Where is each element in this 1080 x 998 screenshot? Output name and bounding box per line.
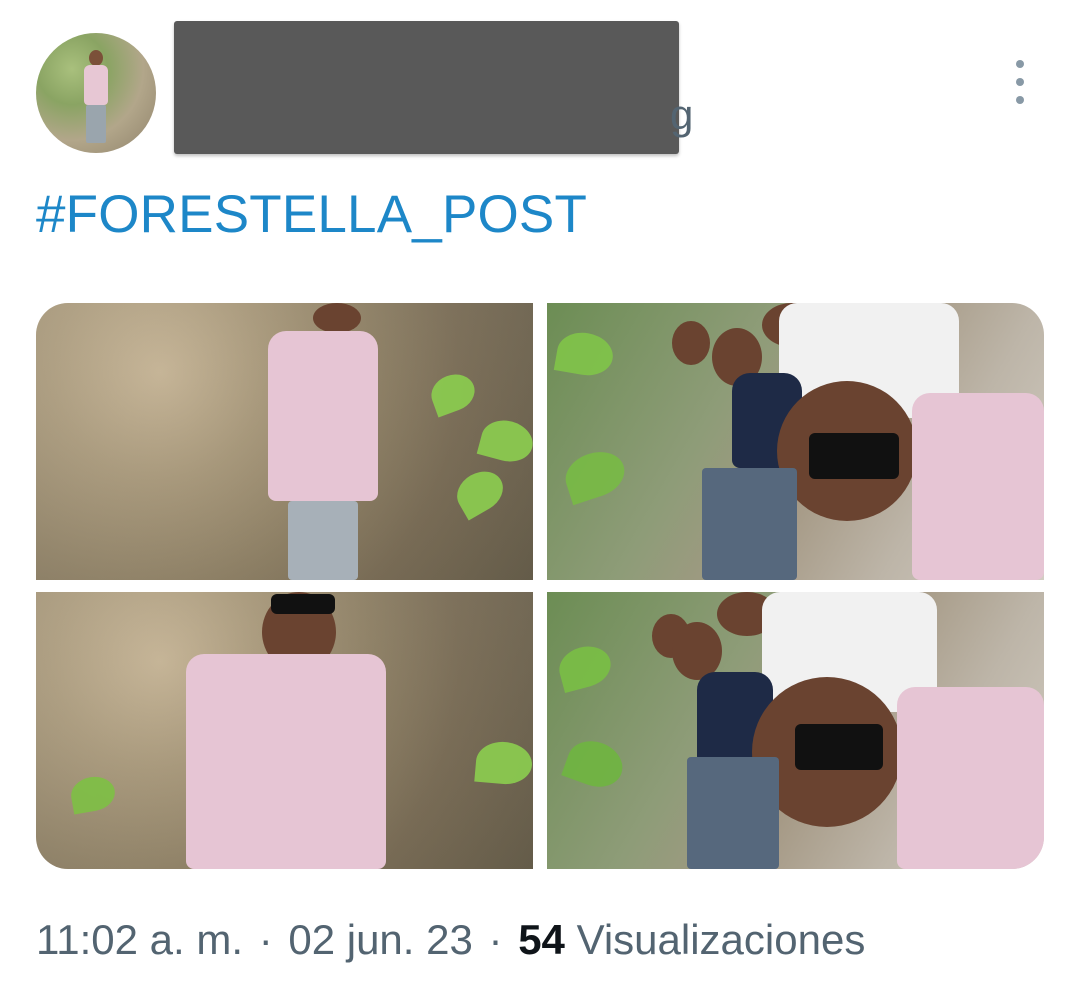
post-time: 11:02 a. m. [36,916,244,963]
hashtag-link[interactable]: #FORESTELLA_POST [36,185,587,244]
person-head [313,303,361,333]
person-shirt [186,654,386,869]
meta-separator: · [258,916,273,963]
person-standing [36,303,533,580]
post-date: 02 jun. 23 [288,916,473,963]
person-shirt [912,393,1044,580]
person-shirt [897,687,1044,869]
sunglasses [809,433,899,479]
more-vertical-icon-dot [1016,96,1024,104]
redacted-tail-text: g [670,91,694,138]
person-jeans [288,501,358,580]
sunglasses [271,594,335,614]
people-selfie-group [547,303,1044,580]
photo-3[interactable] [36,592,533,869]
person-jeans [702,468,797,580]
avatar-person-legs [86,105,106,143]
sunglasses [795,724,883,770]
more-vertical-icon-dot [1016,60,1024,68]
more-vertical-icon-dot [1016,78,1024,86]
avatar[interactable] [36,33,156,153]
person-jeans [687,757,779,869]
person-standing-closeup [36,592,533,869]
photo-2[interactable] [547,303,1044,580]
meta-separator: · [488,916,503,963]
more-options-button[interactable] [1002,60,1038,104]
post-meta: 11:02 a. m. · 02 jun. 23 · 54 Visualizac… [36,915,865,965]
redacted-username [174,21,679,154]
people-selfie-group [547,592,1044,869]
views-label: Visualizaciones [576,916,866,963]
person-shirt [268,331,378,501]
media-grid [36,303,1044,869]
person-head [672,321,710,365]
avatar-person-head [89,50,103,66]
photo-1[interactable] [36,303,533,580]
views-count: 54 [518,916,565,963]
photo-4[interactable] [547,592,1044,869]
avatar-person-shirt [84,65,108,105]
